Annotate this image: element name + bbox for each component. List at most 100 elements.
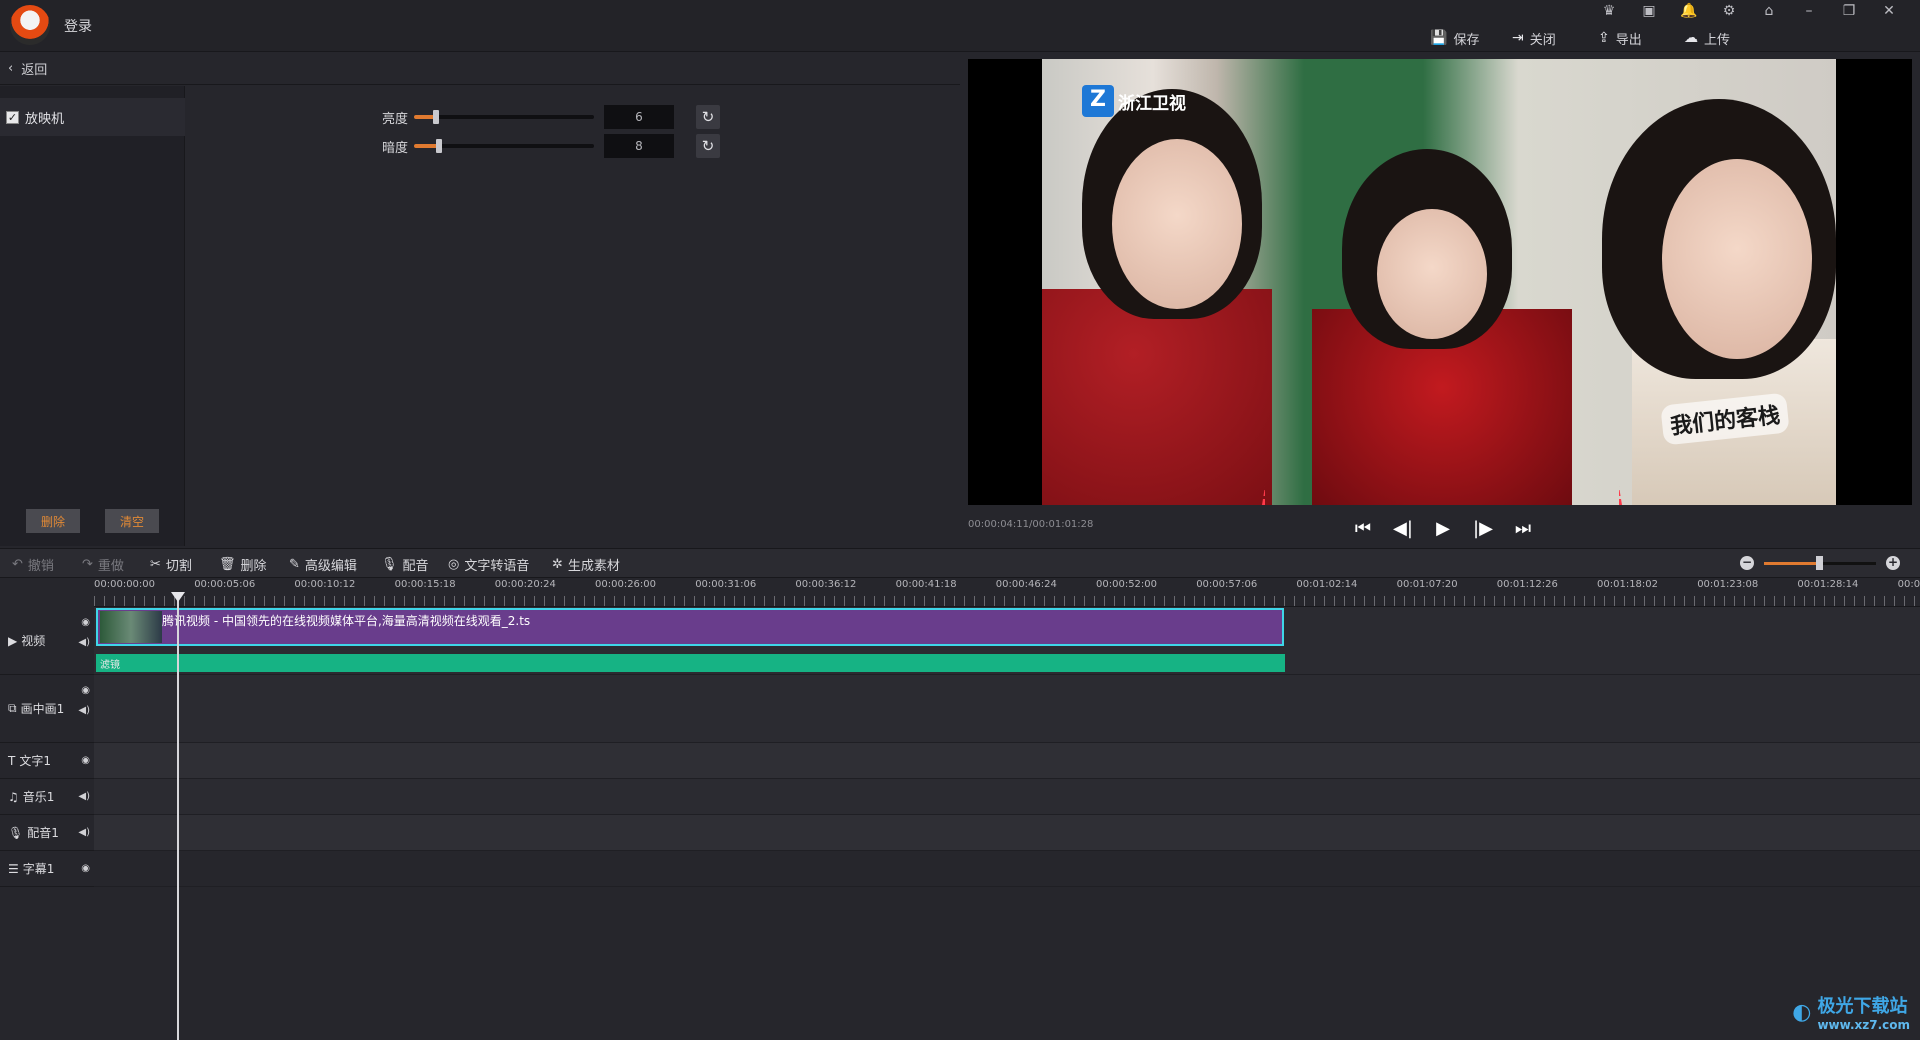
- filter-clip[interactable]: 滤镜: [96, 654, 1285, 672]
- track-header-6: ☰ 字幕1 ◉: [0, 851, 94, 887]
- track-lane-6[interactable]: [94, 851, 1920, 887]
- step-forward-icon[interactable]: |▶: [1470, 516, 1496, 542]
- video-track-icon: ▶: [8, 633, 18, 648]
- zoom-in-icon[interactable]: +: [1886, 556, 1900, 570]
- clear-effects-button[interactable]: 清空: [105, 509, 159, 533]
- brightness-knob[interactable]: [433, 110, 439, 124]
- back-button[interactable]: ‹ 返回: [8, 59, 47, 78]
- zoom-slider[interactable]: [1764, 555, 1876, 570]
- pip-track-icon: ⧉: [8, 701, 17, 715]
- darkness-reset-icon[interactable]: ↻: [696, 134, 720, 158]
- generate-icon: ✲: [552, 556, 563, 572]
- timeline-ruler[interactable]: 00:00:00:00 00:00:05:06 00:00:10:12 00:00:1…: [94, 579, 1920, 607]
- undo-button[interactable]: ↶ 撤销: [12, 555, 54, 574]
- track-label: 配音1: [27, 826, 59, 840]
- ruler-tick-label: 00:01:33:20: [1897, 579, 1920, 590]
- undo-icon: ↶: [12, 556, 23, 572]
- playhead[interactable]: [171, 592, 185, 1040]
- delete-effect-button[interactable]: 删除: [26, 509, 80, 533]
- ruler-tick-label: 00:00:31:06: [695, 579, 757, 590]
- track-lane-5[interactable]: [94, 815, 1920, 851]
- ruler-tick-label: 00:00:00:00: [94, 579, 156, 590]
- avatar[interactable]: [10, 5, 50, 45]
- zoom-out-icon[interactable]: −: [1740, 556, 1754, 570]
- video-clip[interactable]: 腾讯视频 - 中国领先的在线视频媒体平台,海量高清视频在线观看_2.ts: [96, 608, 1284, 646]
- watermark: ◐ 极光下载站 www.xz7.com: [1792, 992, 1910, 1032]
- tool-label: 配音: [402, 558, 429, 574]
- redo-button[interactable]: ↷ 重做: [82, 555, 124, 574]
- channel-logo: Z 浙江卫视: [1082, 85, 1186, 117]
- ruler-ticks: [94, 596, 1920, 606]
- track-lane-4[interactable]: [94, 779, 1920, 815]
- export-button[interactable]: ⇪ 导出: [1598, 27, 1642, 49]
- darkness-fill: [414, 144, 438, 148]
- brightness-row: 亮度 6 ↻: [380, 105, 720, 129]
- bell-icon[interactable]: 🔔: [1678, 2, 1700, 20]
- play-icon[interactable]: ▶: [1430, 516, 1456, 542]
- login-link[interactable]: 登录: [64, 16, 92, 36]
- ruler-tick-label: 00:00:46:24: [995, 579, 1057, 590]
- minimize-icon[interactable]: –: [1798, 2, 1820, 20]
- tool-label: 撤销: [27, 558, 54, 574]
- preview-timecode: 00:00:04:11/00:01:01:28: [968, 519, 1094, 530]
- scissors-button[interactable]: ✂ 切割: [150, 555, 192, 574]
- skip-start-icon[interactable]: ⏮: [1350, 516, 1376, 542]
- brightness-slider[interactable]: [414, 110, 594, 124]
- redo-icon: ↷: [82, 556, 93, 572]
- trash-button[interactable]: 🗑 删除: [219, 555, 267, 574]
- speaker-icon[interactable]: ◀): [78, 705, 90, 716]
- gear-icon[interactable]: ⚙: [1718, 2, 1740, 20]
- video-screen[interactable]: Z 浙江卫视 我们的客栈: [968, 59, 1912, 505]
- screen-icon[interactable]: ▣: [1638, 2, 1660, 20]
- ruler-tick-label: 00:00:26:00: [595, 579, 657, 590]
- eye-icon[interactable]: ◉: [81, 617, 90, 628]
- brightness-value[interactable]: 6: [604, 105, 674, 129]
- darkness-value[interactable]: 8: [604, 134, 674, 158]
- effect-label: 放映机: [25, 111, 65, 127]
- zoom-knob[interactable]: [1816, 555, 1823, 570]
- effect-list-panel: ✓ 放映机 删除 清空: [0, 86, 185, 546]
- speaker-icon[interactable]: ◀): [78, 637, 90, 648]
- darkness-knob[interactable]: [436, 139, 442, 153]
- home-icon[interactable]: ⌂: [1758, 2, 1780, 20]
- eye-icon[interactable]: ◉: [81, 685, 90, 696]
- darkness-label: 暗度: [381, 140, 408, 156]
- step-back-icon[interactable]: ◀|: [1390, 516, 1416, 542]
- export-label: 导出: [1615, 32, 1642, 48]
- track-lane-3[interactable]: [94, 743, 1920, 779]
- eye-icon[interactable]: ◉: [81, 755, 90, 766]
- text-speech-button[interactable]: ◎ 文字转语音: [448, 555, 530, 574]
- eye-icon[interactable]: ◉: [81, 863, 90, 874]
- track-header-5: 🎙 配音1 ◀): [0, 815, 94, 851]
- channel-logo-text: 浙江卫视: [1118, 93, 1186, 114]
- mic-button[interactable]: 🎙 配音: [381, 555, 429, 574]
- exit-button[interactable]: ⇥ 关闭: [1512, 27, 1556, 49]
- track-header-2: ⧉ 画中画1 ◉ ◀): [0, 675, 94, 743]
- ruler-tick-label: 00:00:10:12: [294, 579, 356, 590]
- speaker-icon[interactable]: ◀): [78, 827, 90, 838]
- brightness-reset-icon[interactable]: ↻: [696, 105, 720, 129]
- ruler-tick-label: 00:00:41:18: [895, 579, 957, 590]
- save-button[interactable]: 💾 保存: [1430, 27, 1479, 49]
- skip-end-icon[interactable]: ⏭: [1510, 516, 1536, 542]
- close-icon[interactable]: ✕: [1878, 2, 1900, 20]
- effect-checkbox[interactable]: ✓: [6, 110, 19, 124]
- generate-button[interactable]: ✲ 生成素材: [552, 555, 620, 574]
- tool-label: 文字转语音: [464, 558, 530, 574]
- crop-mask-outline[interactable]: [1262, 59, 1622, 505]
- playhead-handle[interactable]: [171, 592, 185, 602]
- upload-button[interactable]: ☁ 上传: [1684, 27, 1730, 49]
- restore-icon[interactable]: ❐: [1838, 2, 1860, 20]
- effect-item[interactable]: ✓ 放映机: [0, 98, 185, 136]
- tool-label: 切割: [165, 558, 192, 574]
- track-lane-2[interactable]: [94, 675, 1920, 743]
- pencil-button[interactable]: ✎ 高级编辑: [289, 555, 357, 574]
- crown-icon[interactable]: ♛: [1598, 2, 1620, 20]
- darkness-slider[interactable]: [414, 139, 594, 153]
- speaker-icon[interactable]: ◀): [78, 791, 90, 802]
- ruler-tick-label: 00:00:15:18: [394, 579, 456, 590]
- title-bar: 登录 ♛ ▣ 🔔 ⚙ ⌂ – ❐ ✕ 💾 保存 ⇥ 关闭 ⇪ 导出 ☁ 上传: [0, 0, 1920, 52]
- edit-toolbar: − + ↶ 撤销 ↷ 重做 ✂ 切割 🗑 删除 ✎ 高级编辑 🎙 配音 ◎ 文字转语音 ✲ 生成素材: [0, 548, 1920, 578]
- watermark-title: 极光下载站: [1817, 996, 1908, 1017]
- chevron-left-icon: ‹: [8, 61, 14, 76]
